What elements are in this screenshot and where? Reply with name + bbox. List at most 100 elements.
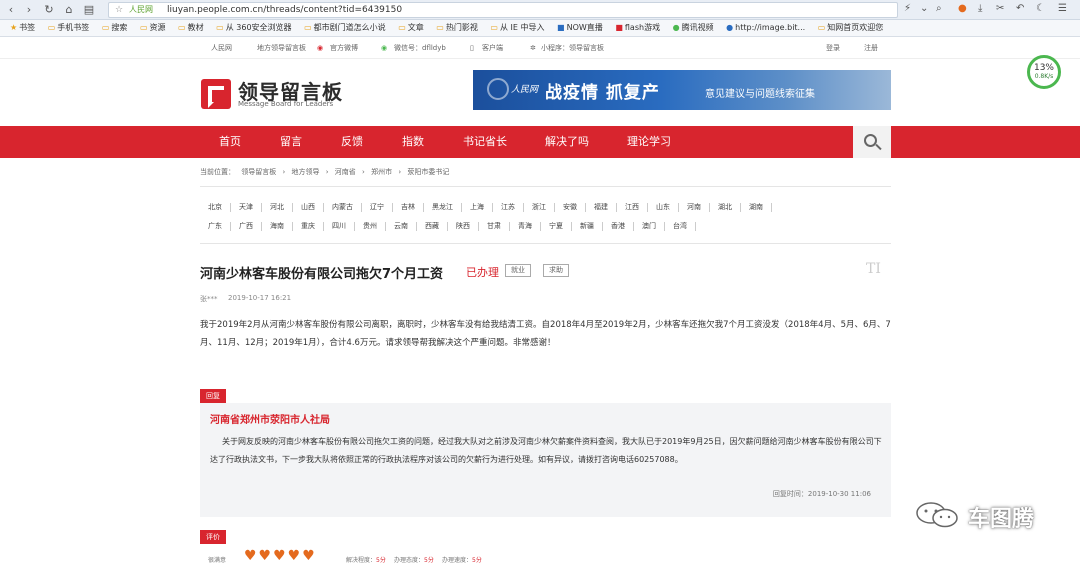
province-link[interactable]: 辽宁 (362, 203, 393, 212)
menu-icon[interactable]: ☰ (1058, 3, 1067, 14)
undo-icon[interactable]: ↶ (1016, 3, 1024, 14)
nav-item-theory[interactable]: 理论学习 (627, 126, 671, 158)
bookmark-item[interactable]: ▭ 知网首页欢迎您 (818, 20, 884, 36)
bookmark-item[interactable]: ▭ 从 IE 中导入 (490, 20, 544, 36)
province-link[interactable]: 甘肃 (479, 222, 510, 231)
bookmark-item[interactable]: ● 腾讯视频 (673, 20, 714, 36)
nav-item-feedback[interactable]: 反馈 (341, 126, 363, 158)
province-link[interactable]: 福建 (586, 203, 617, 212)
forward-icon[interactable]: › (22, 3, 36, 17)
bookmark-item[interactable]: ▭ 热门影视 (436, 20, 478, 36)
tag-help[interactable]: 求助 (543, 264, 569, 277)
province-link[interactable]: 贵州 (355, 222, 386, 231)
breadcrumb-item[interactable]: 领导留言板 (241, 168, 276, 176)
reader-icon[interactable]: ▤ (82, 3, 96, 17)
breadcrumb-item[interactable]: 郑州市 (371, 168, 392, 176)
nav-item-messages[interactable]: 留言 (280, 126, 302, 158)
refresh-icon[interactable]: ↻ (42, 3, 56, 17)
province-link[interactable]: 河南 (679, 203, 710, 212)
nav-item-leaders[interactable]: 书记省长 (463, 126, 507, 158)
network-speed-widget[interactable]: 13% 0.8K/s (1027, 55, 1061, 89)
bookmark-item[interactable]: ▭ 资源 (140, 20, 166, 36)
province-link[interactable]: 上海 (462, 203, 493, 212)
home-icon[interactable]: ⌂ (62, 3, 76, 17)
star-icon[interactable]: ☆ (115, 3, 123, 17)
province-link[interactable]: 北京 (200, 203, 231, 212)
address-bar[interactable]: ☆ 人民网 liuyan.people.com.cn/threads/conte… (108, 2, 898, 18)
province-link[interactable]: 云南 (386, 222, 417, 231)
bookmark-item[interactable]: ▭ 手机书签 (48, 20, 90, 36)
bookmark-item[interactable]: ● http://image.bit... (726, 20, 805, 36)
province-link[interactable]: 西藏 (417, 222, 448, 231)
province-link[interactable]: 广东 (200, 222, 231, 231)
site-top-strip: 人民网 地方领导留言板 ◉ 官方微博 ◉ 微信号：dflldyb ▯ 客户端 ✲… (0, 37, 1080, 59)
register-link[interactable]: 注册 (864, 37, 878, 59)
post-title: 河南少林客车股份有限公司拖欠7个月工资 (200, 267, 444, 282)
province-link[interactable]: 重庆 (293, 222, 324, 231)
province-link[interactable]: 海南 (262, 222, 293, 231)
province-link[interactable]: 河北 (262, 203, 293, 212)
banner-brand: 人民网 (511, 85, 539, 95)
bookmark-item[interactable]: ▭ 搜索 (102, 20, 128, 36)
extension-icon[interactable]: ● (958, 3, 967, 14)
province-link[interactable]: 香港 (603, 222, 634, 231)
bookmark-item[interactable]: ▭ 教材 (178, 20, 204, 36)
reply-organization[interactable]: 河南省郑州市荥阳市人社局 (210, 411, 330, 426)
back-icon[interactable]: ‹ (4, 3, 18, 17)
download-icon[interactable]: ⤓ (978, 3, 982, 14)
search-icon-handle (875, 143, 882, 151)
breadcrumb-item[interactable]: 河南省 (335, 168, 356, 176)
province-link[interactable]: 澳门 (634, 222, 665, 231)
wechat-link[interactable]: 微信号：dflldyb (394, 37, 446, 59)
bookmark-item[interactable]: ★ 书签 (10, 20, 35, 36)
province-link[interactable]: 天津 (231, 203, 262, 212)
breadcrumb-separator: › (282, 168, 286, 176)
bookmark-item[interactable]: ■ flash游戏 (615, 20, 660, 36)
url-text[interactable]: liuyan.people.com.cn/threads/content?tid… (167, 3, 402, 17)
province-link[interactable]: 浙江 (524, 203, 555, 212)
night-mode-icon[interactable]: ☾ (1036, 3, 1045, 14)
province-link[interactable]: 内蒙古 (324, 203, 362, 212)
province-link[interactable]: 山东 (648, 203, 679, 212)
campaign-banner[interactable]: 人民网 战疫情 抓复产 意见建议与问题线索征集 (473, 70, 891, 110)
province-link[interactable]: 陕西 (448, 222, 479, 231)
miniprogram-link[interactable]: 小程序：领导留言板 (541, 37, 604, 59)
scissors-icon[interactable]: ✂ (996, 3, 1004, 14)
province-link[interactable]: 湖北 (710, 203, 741, 212)
province-link[interactable]: 江苏 (493, 203, 524, 212)
bookmark-item[interactable]: ▭ 从 360安全浏览器 (216, 20, 291, 36)
province-link[interactable]: 青海 (510, 222, 541, 231)
score-name: 解决程度： (346, 557, 377, 564)
nav-item-index[interactable]: 指数 (402, 126, 424, 158)
site-link[interactable]: 人民网 (211, 37, 232, 59)
login-link[interactable]: 登录 (826, 37, 840, 59)
search-button[interactable] (853, 126, 891, 158)
province-link[interactable]: 广西 (231, 222, 262, 231)
province-link[interactable]: 吉林 (393, 203, 424, 212)
province-link[interactable]: 新疆 (572, 222, 603, 231)
search-icon[interactable]: ⌕ (936, 3, 942, 14)
font-size-icon[interactable]: TI (866, 261, 881, 277)
nav-item-solved[interactable]: 解决了吗 (545, 126, 589, 158)
province-link[interactable]: 黑龙江 (424, 203, 462, 212)
province-link[interactable]: 四川 (324, 222, 355, 231)
bookmark-item[interactable]: ▭ 文章 (398, 20, 424, 36)
province-link[interactable]: 安徽 (555, 203, 586, 212)
bookmark-item[interactable]: ▭ 都市剧门道怎么小说 (304, 20, 386, 36)
weibo-link[interactable]: 官方微博 (330, 37, 358, 59)
app-link[interactable]: 客户端 (482, 37, 503, 59)
province-link[interactable]: 台湾 (665, 222, 696, 231)
bookmark-item[interactable]: ■ NOW直播 (557, 20, 603, 36)
province-link[interactable]: 山西 (293, 203, 324, 212)
breadcrumb-item[interactable]: 地方领导 (292, 168, 320, 176)
board-link[interactable]: 地方领导留言板 (257, 37, 306, 59)
province-link[interactable]: 江西 (617, 203, 648, 212)
chevron-down-icon[interactable]: ⌄ (920, 3, 928, 14)
province-list-row-1: 北京 天津 河北 山西 内蒙古 辽宁 吉林 黑龙江 上海 江苏 浙江 安徽 福建 江西 山东 河南 湖北 湖南 (200, 203, 900, 212)
tag-employment[interactable]: 就业 (505, 264, 531, 277)
nav-item-home[interactable]: 首页 (219, 126, 241, 158)
breadcrumb-item[interactable]: 荥阳市委书记 (407, 168, 449, 176)
province-link[interactable]: 宁夏 (541, 222, 572, 231)
bolt-icon[interactable]: ⚡ (904, 3, 911, 14)
province-link[interactable]: 湖南 (741, 203, 772, 212)
